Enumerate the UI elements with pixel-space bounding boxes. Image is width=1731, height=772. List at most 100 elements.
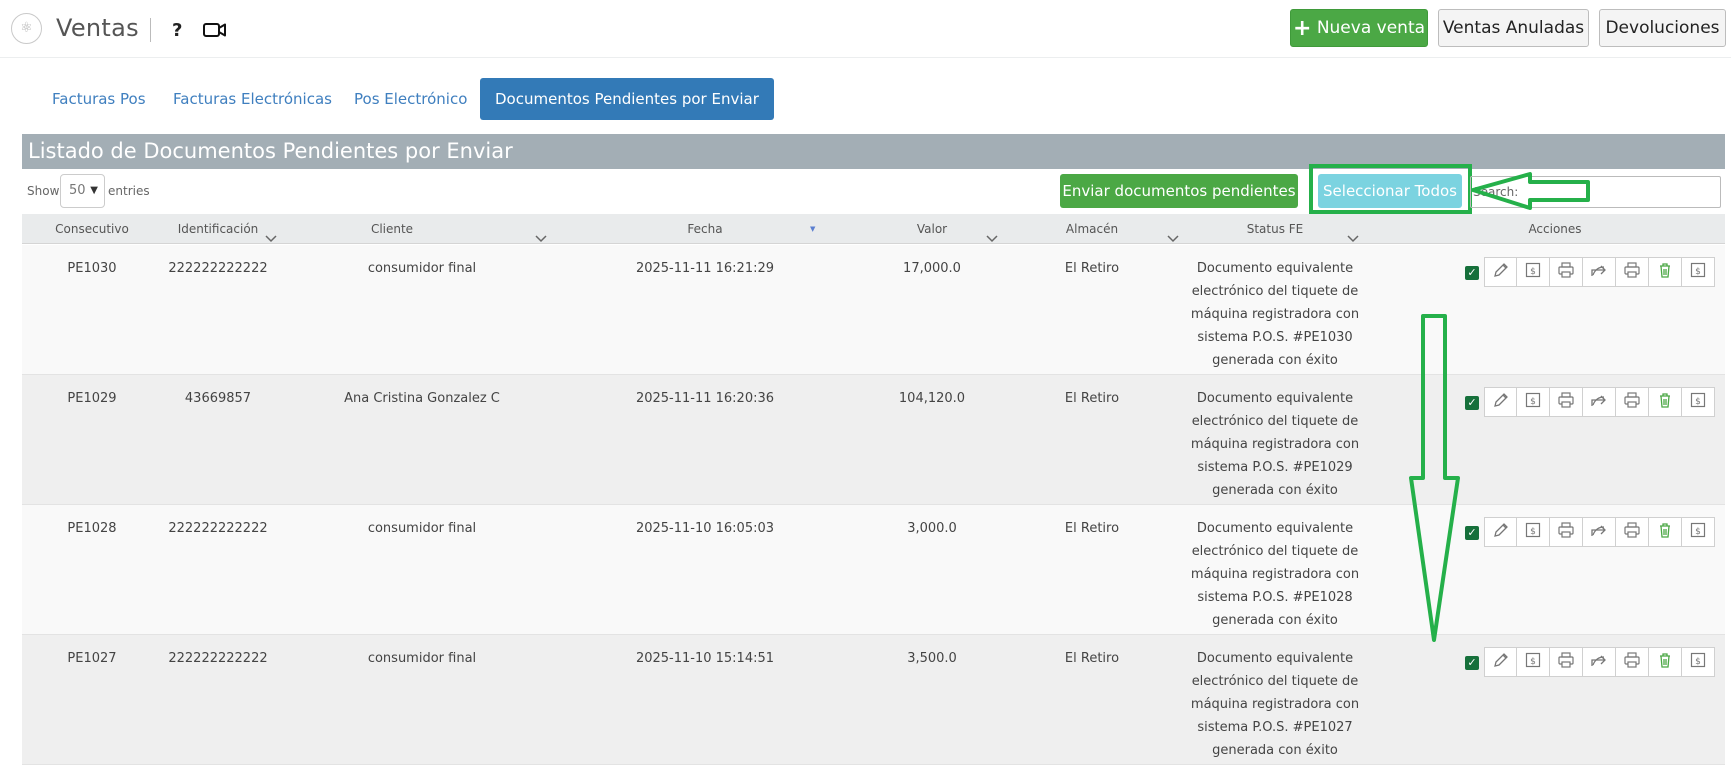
share-button[interactable] xyxy=(1583,647,1616,677)
chevron-down-icon: ▼ xyxy=(90,185,98,196)
row-checkbox[interactable]: ✓ xyxy=(1465,266,1479,280)
col-consecutivo[interactable]: Consecutivo xyxy=(42,214,142,244)
print-icon xyxy=(1557,521,1575,543)
video-icon[interactable] xyxy=(203,22,227,38)
svg-text:$: $ xyxy=(1695,527,1701,537)
row-checkbox[interactable]: ✓ xyxy=(1465,656,1479,670)
trash-button[interactable] xyxy=(1649,647,1682,677)
trash-button[interactable] xyxy=(1649,517,1682,547)
select-all-button[interactable]: Seleccionar Todos xyxy=(1318,174,1462,208)
money-upload-button[interactable]: $ xyxy=(1682,257,1715,287)
search-input[interactable] xyxy=(1470,176,1721,208)
money-upload-button[interactable]: $ xyxy=(1517,387,1550,417)
cell-almacen: El Retiro xyxy=(1064,391,1120,406)
svg-text:$: $ xyxy=(1695,657,1701,667)
send-pending-button[interactable]: Enviar documentos pendientes xyxy=(1060,174,1298,208)
pencil-button[interactable] xyxy=(1484,517,1517,547)
print-button[interactable] xyxy=(1616,517,1649,547)
print-button[interactable] xyxy=(1550,257,1583,287)
pencil-button[interactable] xyxy=(1484,647,1517,677)
table-row: PE1027 222222222222 consumidor final 2025-1… xyxy=(22,635,1725,765)
pencil-button[interactable] xyxy=(1484,257,1517,287)
trash-button[interactable] xyxy=(1649,257,1682,287)
page-header: ⚛ Ventas ? + Nueva venta Ventas Anuladas… xyxy=(0,0,1731,58)
cell-fecha: 2025-11-10 15:14:51 xyxy=(635,651,775,666)
cell-fecha: 2025-11-10 16:05:03 xyxy=(635,521,775,536)
status-line: máquina registradora con xyxy=(1190,567,1360,582)
status-line: máquina registradora con xyxy=(1190,437,1360,452)
pencil-icon xyxy=(1492,391,1510,413)
print-button[interactable] xyxy=(1616,257,1649,287)
cell-status-fe: Documento equivalente electrónico del tiq… xyxy=(1185,647,1365,762)
cell-valor: 104,120.0 xyxy=(898,391,966,406)
print-icon xyxy=(1623,521,1641,543)
tab-facturas-pos[interactable]: Facturas Pos xyxy=(52,78,146,120)
money-upload-button[interactable]: $ xyxy=(1682,647,1715,677)
print-icon xyxy=(1623,391,1641,413)
cell-valor: 3,000.0 xyxy=(907,521,957,536)
row-actions: $ $ xyxy=(1484,257,1715,287)
tab-documentos-pendientes[interactable]: Documentos Pendientes por Enviar xyxy=(480,78,774,120)
col-almacen[interactable]: Almacén xyxy=(1052,214,1132,244)
status-line: Documento equivalente xyxy=(1196,391,1354,406)
col-status-fe[interactable]: Status FE xyxy=(1225,214,1325,244)
table-header: Consecutivo Identificación Cliente Fecha… xyxy=(22,214,1725,244)
share-icon xyxy=(1590,391,1608,413)
table-row: PE1029 43669857 Ana Cristina Gonzalez C 202… xyxy=(22,375,1725,505)
status-line: generada con éxito xyxy=(1212,613,1338,628)
cell-almacen: El Retiro xyxy=(1064,261,1120,276)
cell-consecutivo: PE1029 xyxy=(67,391,117,406)
col-cliente[interactable]: Cliente xyxy=(352,214,432,244)
status-line: sistema P.O.S. #PE1028 xyxy=(1197,590,1353,605)
sort-desc-icon[interactable]: ▼ xyxy=(810,214,815,244)
pencil-button[interactable] xyxy=(1484,387,1517,417)
entries-label: entries xyxy=(108,184,150,198)
money-upload-button[interactable]: $ xyxy=(1517,257,1550,287)
trash-button[interactable] xyxy=(1649,387,1682,417)
col-fecha[interactable]: Fecha xyxy=(665,214,745,244)
trash-icon xyxy=(1656,651,1674,673)
svg-text:$: $ xyxy=(1695,397,1701,407)
money-upload-icon: $ xyxy=(1689,391,1707,413)
money-upload-button[interactable]: $ xyxy=(1682,517,1715,547)
share-button[interactable] xyxy=(1583,387,1616,417)
cell-fecha: 2025-11-11 16:21:29 xyxy=(635,261,775,276)
print-button[interactable] xyxy=(1550,517,1583,547)
print-button[interactable] xyxy=(1616,647,1649,677)
share-button[interactable] xyxy=(1583,517,1616,547)
share-button[interactable] xyxy=(1583,257,1616,287)
money-upload-button[interactable]: $ xyxy=(1682,387,1715,417)
money-upload-button[interactable]: $ xyxy=(1517,517,1550,547)
status-line: generada con éxito xyxy=(1212,483,1338,498)
print-icon xyxy=(1557,391,1575,413)
returns-button[interactable]: Devoluciones xyxy=(1599,9,1726,47)
row-actions: $ $ xyxy=(1484,387,1715,417)
print-button[interactable] xyxy=(1616,387,1649,417)
col-valor[interactable]: Valor xyxy=(892,214,972,244)
cell-status-fe: Documento equivalente electrónico del tiq… xyxy=(1185,387,1365,502)
row-actions: $ $ xyxy=(1484,517,1715,547)
status-line: Documento equivalente xyxy=(1196,261,1354,276)
money-upload-button[interactable]: $ xyxy=(1517,647,1550,677)
print-button[interactable] xyxy=(1550,387,1583,417)
print-icon xyxy=(1557,261,1575,283)
tab-pos-electronico[interactable]: Pos Electrónico xyxy=(354,78,467,120)
pencil-icon xyxy=(1492,261,1510,283)
new-sale-label: Nueva venta xyxy=(1316,18,1426,38)
page-size-select[interactable]: 50 ▼ xyxy=(60,174,105,208)
tab-facturas-electronicas[interactable]: Facturas Electrónicas xyxy=(173,78,332,120)
money-upload-icon: $ xyxy=(1524,651,1542,673)
money-upload-icon: $ xyxy=(1689,521,1707,543)
money-upload-icon: $ xyxy=(1689,261,1707,283)
new-sale-button[interactable]: + Nueva venta xyxy=(1290,9,1428,47)
print-icon xyxy=(1623,651,1641,673)
trash-icon xyxy=(1656,391,1674,413)
status-line: electrónico del tiquete de xyxy=(1191,674,1359,689)
col-identificacion[interactable]: Identificación xyxy=(162,214,274,244)
status-line: máquina registradora con xyxy=(1190,697,1360,712)
row-checkbox[interactable]: ✓ xyxy=(1465,526,1479,540)
voided-sales-button[interactable]: Ventas Anuladas xyxy=(1438,9,1589,47)
help-icon[interactable]: ? xyxy=(172,20,182,41)
print-button[interactable] xyxy=(1550,647,1583,677)
row-checkbox[interactable]: ✓ xyxy=(1465,396,1479,410)
